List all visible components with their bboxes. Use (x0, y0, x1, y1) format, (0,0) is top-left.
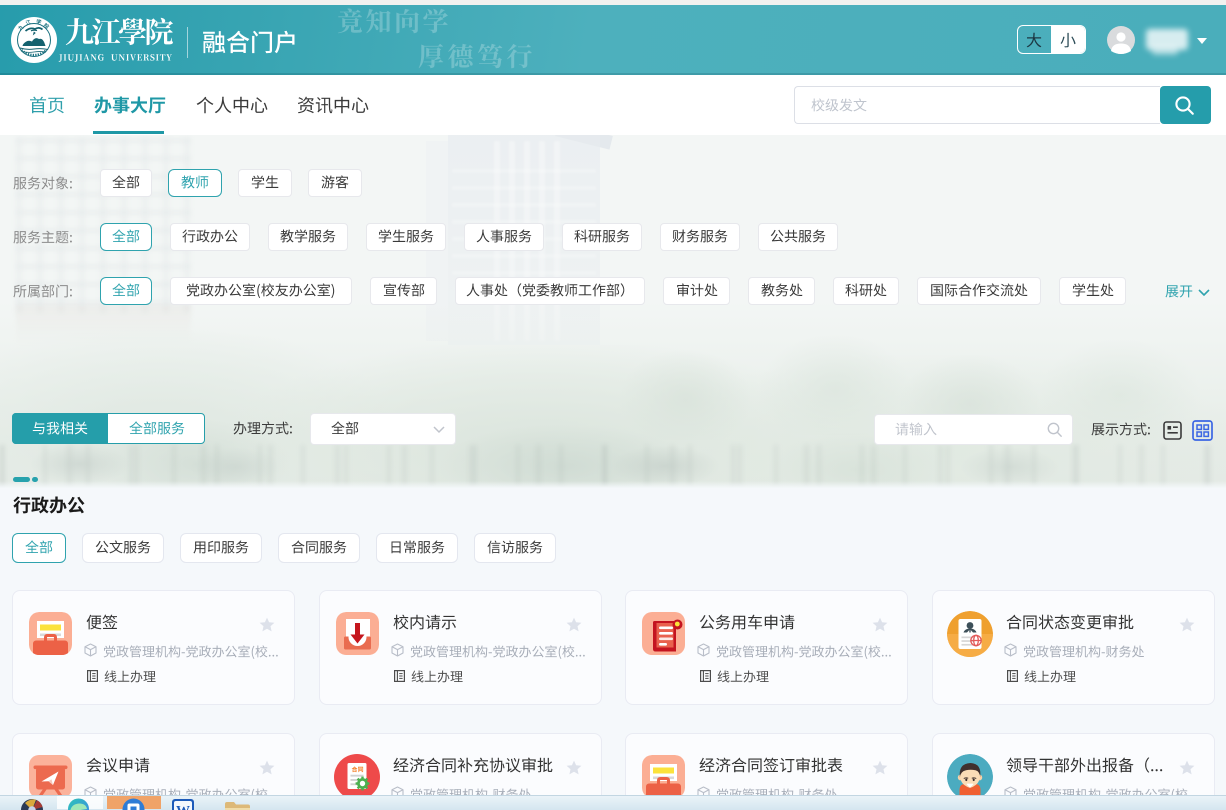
svg-text:W: W (176, 804, 190, 810)
